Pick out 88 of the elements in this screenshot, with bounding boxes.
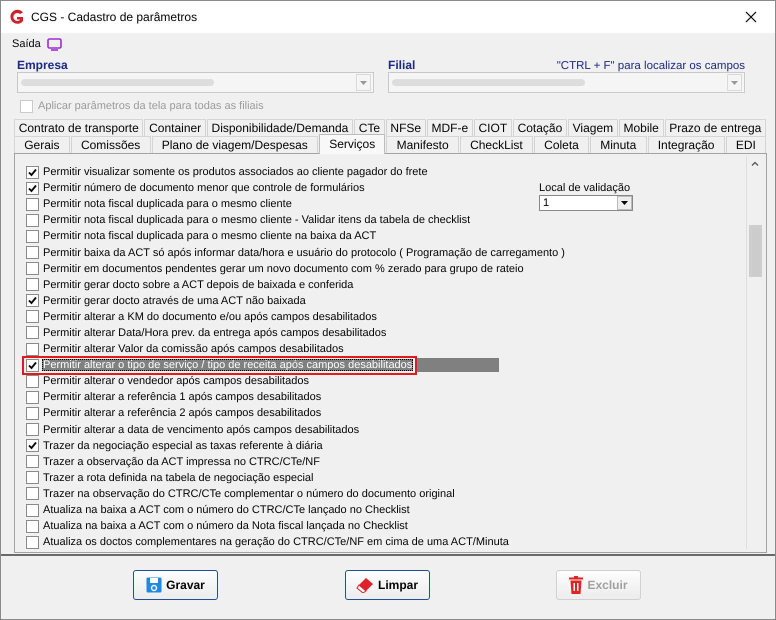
checkbox[interactable]	[26, 166, 39, 179]
checkbox[interactable]	[26, 310, 39, 324]
tab[interactable]: MDF-e	[426, 119, 473, 136]
checkbox-label[interactable]: Permitir em documentos pendentes gerar um novo documento com % zerado para grupo de rateio	[43, 262, 524, 275]
checkbox-label[interactable]: Permitir alterar o vendedor após campos desabilitados	[43, 375, 309, 388]
checkbox-label[interactable]: Permitir gerar docto sobre a ACT depois de baixada e conferida	[43, 278, 354, 291]
eraser-icon	[356, 576, 374, 592]
tab[interactable]: CheckList	[460, 136, 533, 153]
checkbox-label[interactable]: Trazer a rota definida na tabela de negociação especial	[43, 472, 314, 484]
checkbox-label[interactable]: Trazer a observação da ACT impressa no CTRC/CTe/NF	[43, 456, 320, 468]
tab[interactable]: Serviços	[319, 134, 386, 154]
checkbox-label[interactable]: Permitir alterar a referência 2 após campos desabilitados	[43, 407, 322, 420]
checkbox-label[interactable]: Permitir nota fiscal duplicada para o mesmo cliente - Validar itens da tabela de checklist	[43, 214, 470, 226]
checkbox-label[interactable]: Permitir alterar Data/Hora prev. da entrega após campos desabilitados	[43, 326, 386, 339]
checkbox[interactable]	[26, 455, 39, 468]
checkbox[interactable]	[26, 198, 39, 211]
checkbox-label[interactable]: Permitir nota fiscal duplicada para o mesmo cliente na baixa da ACT	[43, 230, 376, 242]
checkbox-label[interactable]: Atualiza na baixa a ACT com o número da Nota fiscal lançada no Checklist	[43, 520, 408, 532]
checkbox[interactable]	[26, 358, 39, 372]
checkbox[interactable]	[26, 504, 39, 517]
tab[interactable]: Cotação	[512, 119, 567, 136]
dropdown-field[interactable]: 1	[539, 195, 633, 212]
checkbox-label[interactable]: Permitir alterar a referência 1 após campos desabilitados	[43, 391, 322, 404]
checkbox[interactable]	[26, 406, 39, 420]
checkbox[interactable]	[26, 342, 39, 356]
field-label: Filial	[388, 58, 416, 72]
checkbox-label[interactable]: Permitir nota fiscal duplicada para o mesmo cliente	[43, 198, 292, 210]
menu-item[interactable]: Saída	[12, 38, 41, 50]
checkbox[interactable]	[26, 471, 39, 484]
monitor-icon[interactable]	[46, 38, 62, 50]
hint-text: "CTRL + F" para localizar os campos	[556, 60, 745, 72]
checkbox-label[interactable]: Atualiza os doctos complementares na geração do CTRC/CTe/NF em cima de uma ACT/Minuta	[43, 536, 509, 548]
checkbox[interactable]	[26, 182, 39, 195]
checkbox[interactable]	[26, 294, 39, 308]
tab[interactable]: NFSe	[386, 119, 426, 136]
scrollbar[interactable]	[746, 156, 763, 550]
tab[interactable]: EDI	[726, 136, 766, 153]
checkbox-label[interactable]: Trazer na observação do CTRC/CTe complementar o número do documento original	[43, 488, 455, 500]
checkbox-label[interactable]: Atualiza na baixa a ACT com o número do CTRC/CTe lançado no Checklist	[43, 504, 410, 516]
tab[interactable]: Gerais	[14, 136, 70, 153]
tab[interactable]: Mobile	[618, 119, 664, 136]
checkbox-label[interactable]: Permitir visualizar somente os produtos associados ao cliente pagador do frete	[43, 166, 428, 178]
checkbox[interactable]	[26, 487, 39, 500]
trash-icon	[569, 576, 584, 594]
checkbox[interactable]	[26, 423, 39, 436]
field-label: Local de validação	[539, 182, 632, 194]
field-label: Empresa	[17, 58, 68, 72]
dropdown-field[interactable]	[17, 72, 374, 93]
tab[interactable]: Integração	[648, 136, 725, 153]
tab[interactable]: Minuta	[590, 136, 646, 153]
checkbox-label[interactable]: Permitir alterar a data de vencimento após campos desabilitados	[43, 424, 360, 436]
tab[interactable]: Viagem	[568, 119, 618, 136]
button: Excluir	[556, 570, 641, 600]
close-icon[interactable]	[745, 11, 757, 23]
checkbox-label[interactable]: Permitir alterar Valor da comissão após campos desabilitados	[43, 343, 344, 356]
checkbox-label[interactable]: Permitir gerar docto através de uma ACT não baixada	[43, 294, 306, 307]
checkbox-label[interactable]: Permitir baixa da ACT só após informar data/hora e usuário do protocolo ( Programação de carregamento )	[43, 246, 565, 259]
tab[interactable]: Contrato de transporte	[14, 119, 144, 136]
button[interactable]: Limpar	[344, 570, 430, 600]
app-logo-icon	[9, 9, 25, 25]
tab[interactable]: Manifesto	[386, 136, 459, 153]
tab[interactable]: Disponibilidade/Demanda	[206, 119, 353, 136]
checkbox[interactable]	[26, 390, 39, 404]
checkbox[interactable]	[26, 520, 39, 533]
floppy-icon	[146, 576, 162, 592]
checkbox-label[interactable]: Permitir alterar a KM do documento e/ou após campos desabilitados	[43, 310, 377, 323]
tab[interactable]: CIOT	[474, 119, 512, 136]
window-title: CGS - Cadastro de parâmetros	[31, 10, 198, 24]
checkbox[interactable]	[26, 326, 39, 340]
checkbox[interactable]	[26, 246, 39, 260]
scroll-thumb[interactable]	[748, 225, 762, 277]
checkbox[interactable]	[26, 439, 39, 452]
checkbox[interactable]	[26, 278, 39, 292]
checkbox[interactable]	[26, 214, 39, 227]
tab[interactable]: Plano de viagem/Despesas	[152, 136, 318, 153]
checkbox[interactable]	[26, 262, 39, 276]
tab[interactable]: Comissões	[70, 136, 151, 153]
checkbox-label[interactable]: Permitir número de documento menor que controle de formulários	[43, 182, 365, 194]
checkbox[interactable]	[26, 536, 39, 549]
tab[interactable]: Coleta	[534, 136, 590, 153]
checkbox[interactable]	[26, 374, 39, 388]
checkbox-label[interactable]: Permitir alterar o tipo de serviço / tipo de receita após campos desabilitados	[42, 359, 414, 372]
tab[interactable]: Prazo de entrega	[664, 119, 766, 136]
checkbox-label[interactable]: Trazer da negociação especial as taxas referente à diária	[43, 440, 323, 452]
dropdown-field[interactable]	[388, 72, 745, 93]
tab[interactable]: Container	[144, 119, 206, 136]
checkbox[interactable]	[26, 230, 39, 243]
button[interactable]: Gravar	[133, 570, 218, 600]
